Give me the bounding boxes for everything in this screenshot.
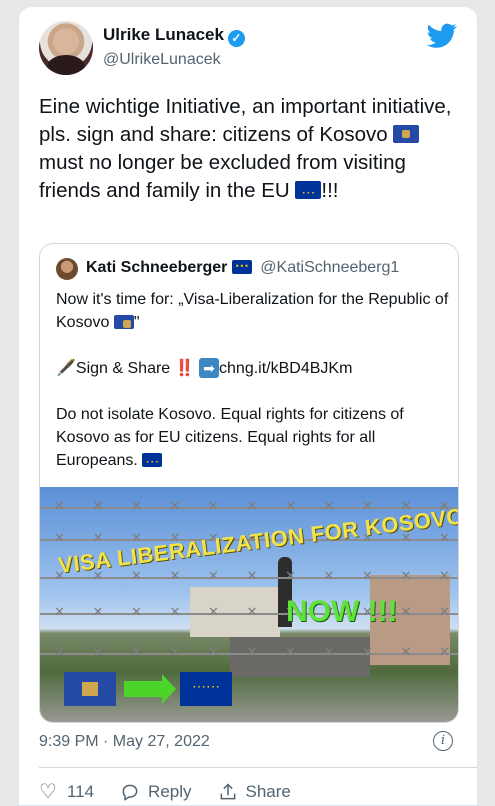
like-count: 114 [66,781,95,801]
tweet-text-part2: must no longer be excluded from visiting… [39,151,406,202]
tweet-text: Eine wichtige Initiative, an important i… [39,93,469,206]
quote-image[interactable]: VISA LIBERALIZATION FOR KOSOVO NOW !!! [40,487,458,722]
tweet-text-end: !!! [321,179,339,202]
divider [39,767,477,768]
pen-icon: 🖋️ [56,360,76,377]
author-avatar[interactable] [39,21,93,75]
quote-author-handle[interactable]: @KatiSchneeberg1 [260,259,399,276]
eu-flag-icon [231,257,252,274]
tweet-timestamp[interactable]: 9:39 PM · May 27, 2022 [39,733,210,751]
quote-author-avatar[interactable] [56,258,78,280]
kosovo-flag-icon [393,125,420,143]
verified-badge-icon: ✓ [227,30,245,47]
kosovo-flag-icon [113,315,134,329]
author-handle[interactable]: @UlrikeLunacek [103,51,221,69]
eu-flag-icon [295,178,322,206]
reply-button[interactable]: Reply [120,781,192,802]
share-icon [220,782,235,799]
right-arrow-icon: ➡ [199,358,220,378]
quote-line3: Do not isolate Kosovo. Equal rights for … [56,406,404,469]
quote-text: Now it's time for: „Visa-Liberalization … [56,288,451,495]
eu-flag-icon [142,450,163,473]
barbed-wire [40,644,458,660]
author-name[interactable]: Ulrike Lunacek ✓ [103,25,245,47]
like-button[interactable]: ♡ 114 [39,779,94,804]
reply-label: Reply [148,781,192,801]
quote-author[interactable]: Kati Schneeberger @KatiSchneeberg1 [86,257,399,277]
petition-link[interactable]: chng.it/kBD4BJKm [219,360,352,377]
quote-author-name[interactable]: Kati Schneeberger [86,259,227,276]
share-label: Share [245,781,291,801]
sign-share-text: Sign & Share [75,360,171,377]
image-now-text: NOW !!! [286,595,398,628]
tweet-text-part1: Eine wichtige Initiative, an important i… [39,95,452,146]
action-bar: ♡ 114 Reply Share [39,779,317,804]
tweet-card: Ulrike Lunacek ✓ @UlrikeLunacek Eine wich… [18,6,478,806]
info-icon[interactable]: i [433,731,453,751]
quote-line1-end: " [133,314,140,331]
double-exclamation-icon: ‼️ [174,360,195,377]
green-arrow-icon [124,674,176,704]
share-button[interactable]: Share [218,782,291,802]
quoted-tweet[interactable]: Kati Schneeberger @KatiSchneeberg1 Now i… [39,243,459,723]
barbed-wire [40,568,458,584]
kosovo-flag-icon [64,672,116,706]
eu-flag-icon [180,672,232,706]
reply-icon [122,784,138,801]
heart-icon: ♡ [39,781,57,803]
author-name-text[interactable]: Ulrike Lunacek [103,25,224,44]
barbed-wire [40,498,458,514]
twitter-bird-icon[interactable] [427,23,457,49]
